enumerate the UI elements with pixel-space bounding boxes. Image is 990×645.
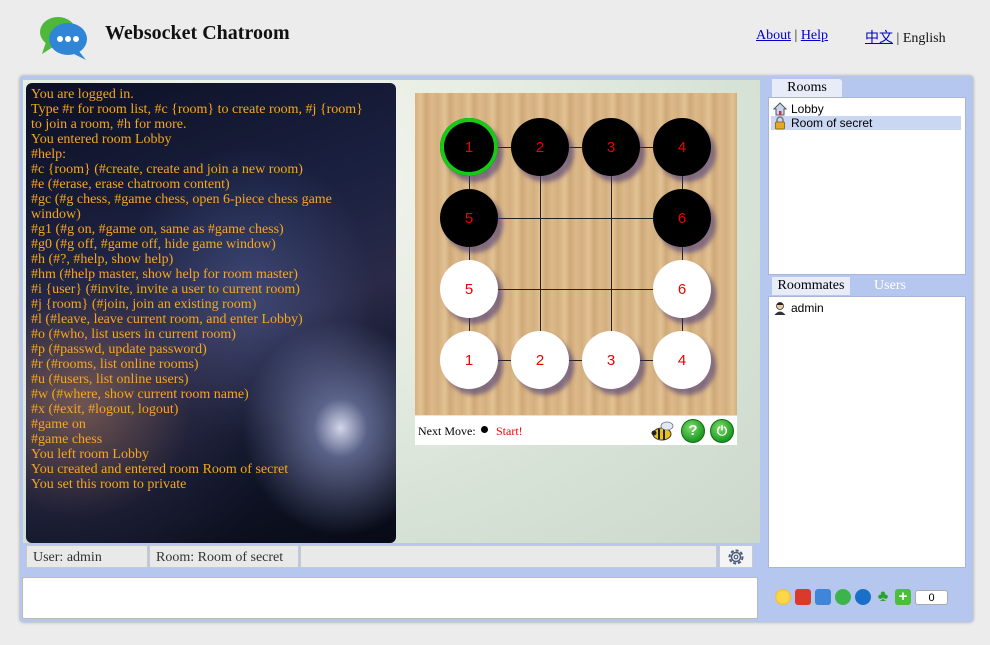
tab-rooms[interactable]: Rooms	[772, 79, 842, 97]
share-count-badge: 0	[915, 590, 948, 605]
board-grid-line	[469, 147, 470, 360]
board-grid-line	[469, 360, 682, 361]
chat-line: #j {room} (#join, join an existing room)	[31, 297, 257, 312]
chat-line: #c {room} (#create, create and join a ne…	[31, 162, 303, 177]
black-stone[interactable]: 1	[440, 118, 498, 176]
top-links: About | Help	[756, 28, 828, 44]
chat-line: You set this room to private	[31, 477, 187, 492]
power-off-button[interactable]: ⏻	[710, 419, 734, 443]
black-stone[interactable]: 2	[511, 118, 569, 176]
chat-line: #g1 (#g on, #game on, same as #game ches…	[31, 222, 284, 237]
black-stone[interactable]: 6	[653, 189, 711, 247]
chat-line: #game on	[31, 417, 86, 432]
white-stone[interactable]: 5	[440, 260, 498, 318]
chat-line: to join a room, #h for more.	[31, 117, 187, 132]
white-stone[interactable]: 1	[440, 331, 498, 389]
black-stone[interactable]: 5	[440, 189, 498, 247]
white-stone[interactable]: 4	[653, 331, 711, 389]
wechat-icon[interactable]	[835, 589, 851, 605]
user-icon	[773, 301, 787, 315]
chat-line: #p (#passwd, update password)	[31, 342, 207, 357]
settings-gear-button[interactable]	[719, 545, 753, 568]
renren-icon[interactable]	[855, 589, 871, 605]
board-status-bar: Next Move: Start! ? ⏻	[415, 416, 737, 445]
chat-line: #game chess	[31, 432, 103, 447]
help-link[interactable]: Help	[801, 28, 828, 43]
tab-roommates[interactable]: Roommates	[772, 277, 850, 295]
weibo-icon[interactable]	[795, 589, 811, 605]
white-stone[interactable]: 6	[653, 260, 711, 318]
status-empty	[300, 545, 717, 568]
language-separator: |	[896, 31, 900, 46]
language-links: 中文 | English	[865, 27, 946, 47]
chat-line: You are logged in.	[31, 87, 134, 102]
chat-line: #u (#users, list online users)	[31, 372, 189, 387]
chat-line: #i {user} (#invite, invite a user to cur…	[31, 282, 300, 297]
chat-line: You created and entered room Room of sec…	[31, 462, 289, 477]
black-stone[interactable]: 4	[653, 118, 711, 176]
qzone-icon[interactable]	[815, 589, 831, 605]
smiley-icon[interactable]	[775, 589, 791, 605]
chat-line: You left room Lobby	[31, 447, 149, 462]
black-stone[interactable]: 3	[582, 118, 640, 176]
lock-icon	[773, 116, 787, 130]
board-grid-line	[469, 147, 682, 148]
message-input[interactable]	[22, 577, 758, 619]
white-stone[interactable]: 2	[511, 331, 569, 389]
chess-board[interactable]: 123456561234	[415, 93, 737, 415]
chat-line: #g0 (#g off, #game off, hide game window…	[31, 237, 276, 252]
app-title: Websocket Chatroom	[105, 22, 290, 44]
gear-icon	[728, 549, 744, 564]
house-icon	[772, 102, 788, 116]
chat-line: #l (#leave, leave current room, and ente…	[31, 312, 303, 327]
room-item-room-of-secret[interactable]: Room of secret	[771, 116, 961, 130]
chat-line: #gc (#g chess, #game chess, open 6-piece…	[31, 192, 332, 207]
next-move-label: Next Move:	[418, 424, 476, 438]
add-share-icon[interactable]: +	[895, 589, 911, 605]
board-grid-line	[469, 289, 682, 290]
chat-line: You entered room Lobby	[31, 132, 172, 147]
chat-line: #help:	[31, 147, 66, 162]
chat-line: #h (#?, #help, show help)	[31, 252, 174, 267]
roommates-list: admin	[768, 296, 966, 568]
chinese-language-link[interactable]: 中文	[865, 31, 893, 46]
board-grid-line	[611, 147, 612, 360]
rooms-list: Lobby Room of secret	[768, 97, 966, 275]
board-grid-line	[682, 147, 683, 360]
status-room: Room: Room of secret	[149, 545, 299, 568]
board-grid-line	[540, 147, 541, 360]
chat-line: #r (#rooms, list online rooms)	[31, 357, 199, 372]
chat-line: #hm (#help master, show help for room ma…	[31, 267, 298, 282]
white-stone[interactable]: 3	[582, 331, 640, 389]
chat-line: #o (#who, list users in current room)	[31, 327, 236, 342]
status-user: User: admin	[26, 545, 148, 568]
room-item-label: Lobby	[791, 102, 824, 116]
tab-users[interactable]: Users	[855, 277, 925, 295]
board-grid-line	[469, 218, 682, 219]
chat-line: Type #r for room list, #c {room} to crea…	[31, 102, 363, 117]
status-bar: User: admin Room: Room of secret	[26, 545, 753, 570]
next-move-black-dot-icon	[481, 426, 488, 433]
clover-icon[interactable]: ♣	[875, 589, 891, 605]
chat-line: #e (#erase, erase chatroom content)	[31, 177, 230, 192]
chat-lines: You are logged in. Type #r for room list,…	[26, 87, 391, 492]
link-separator: |	[794, 28, 798, 43]
help-game-button[interactable]: ?	[681, 419, 705, 443]
chat-bubbles-logo-icon	[38, 12, 90, 62]
chat-line: window)	[31, 207, 81, 222]
user-item-label: admin	[791, 301, 824, 315]
start-link[interactable]: Start!	[496, 424, 523, 439]
about-link[interactable]: About	[756, 28, 791, 43]
user-item-admin[interactable]: admin	[771, 301, 961, 315]
room-item-label: Room of secret	[791, 116, 873, 130]
bee-icon[interactable]	[650, 420, 676, 442]
chat-line: #x (#exit, #logout, logout)	[31, 402, 179, 417]
chat-line: #w (#where, show current room name)	[31, 387, 249, 402]
chat-log[interactable]: You are logged in. Type #r for room list,…	[26, 83, 396, 543]
room-item-lobby[interactable]: Lobby	[771, 102, 961, 116]
english-language-label: English	[902, 31, 946, 46]
